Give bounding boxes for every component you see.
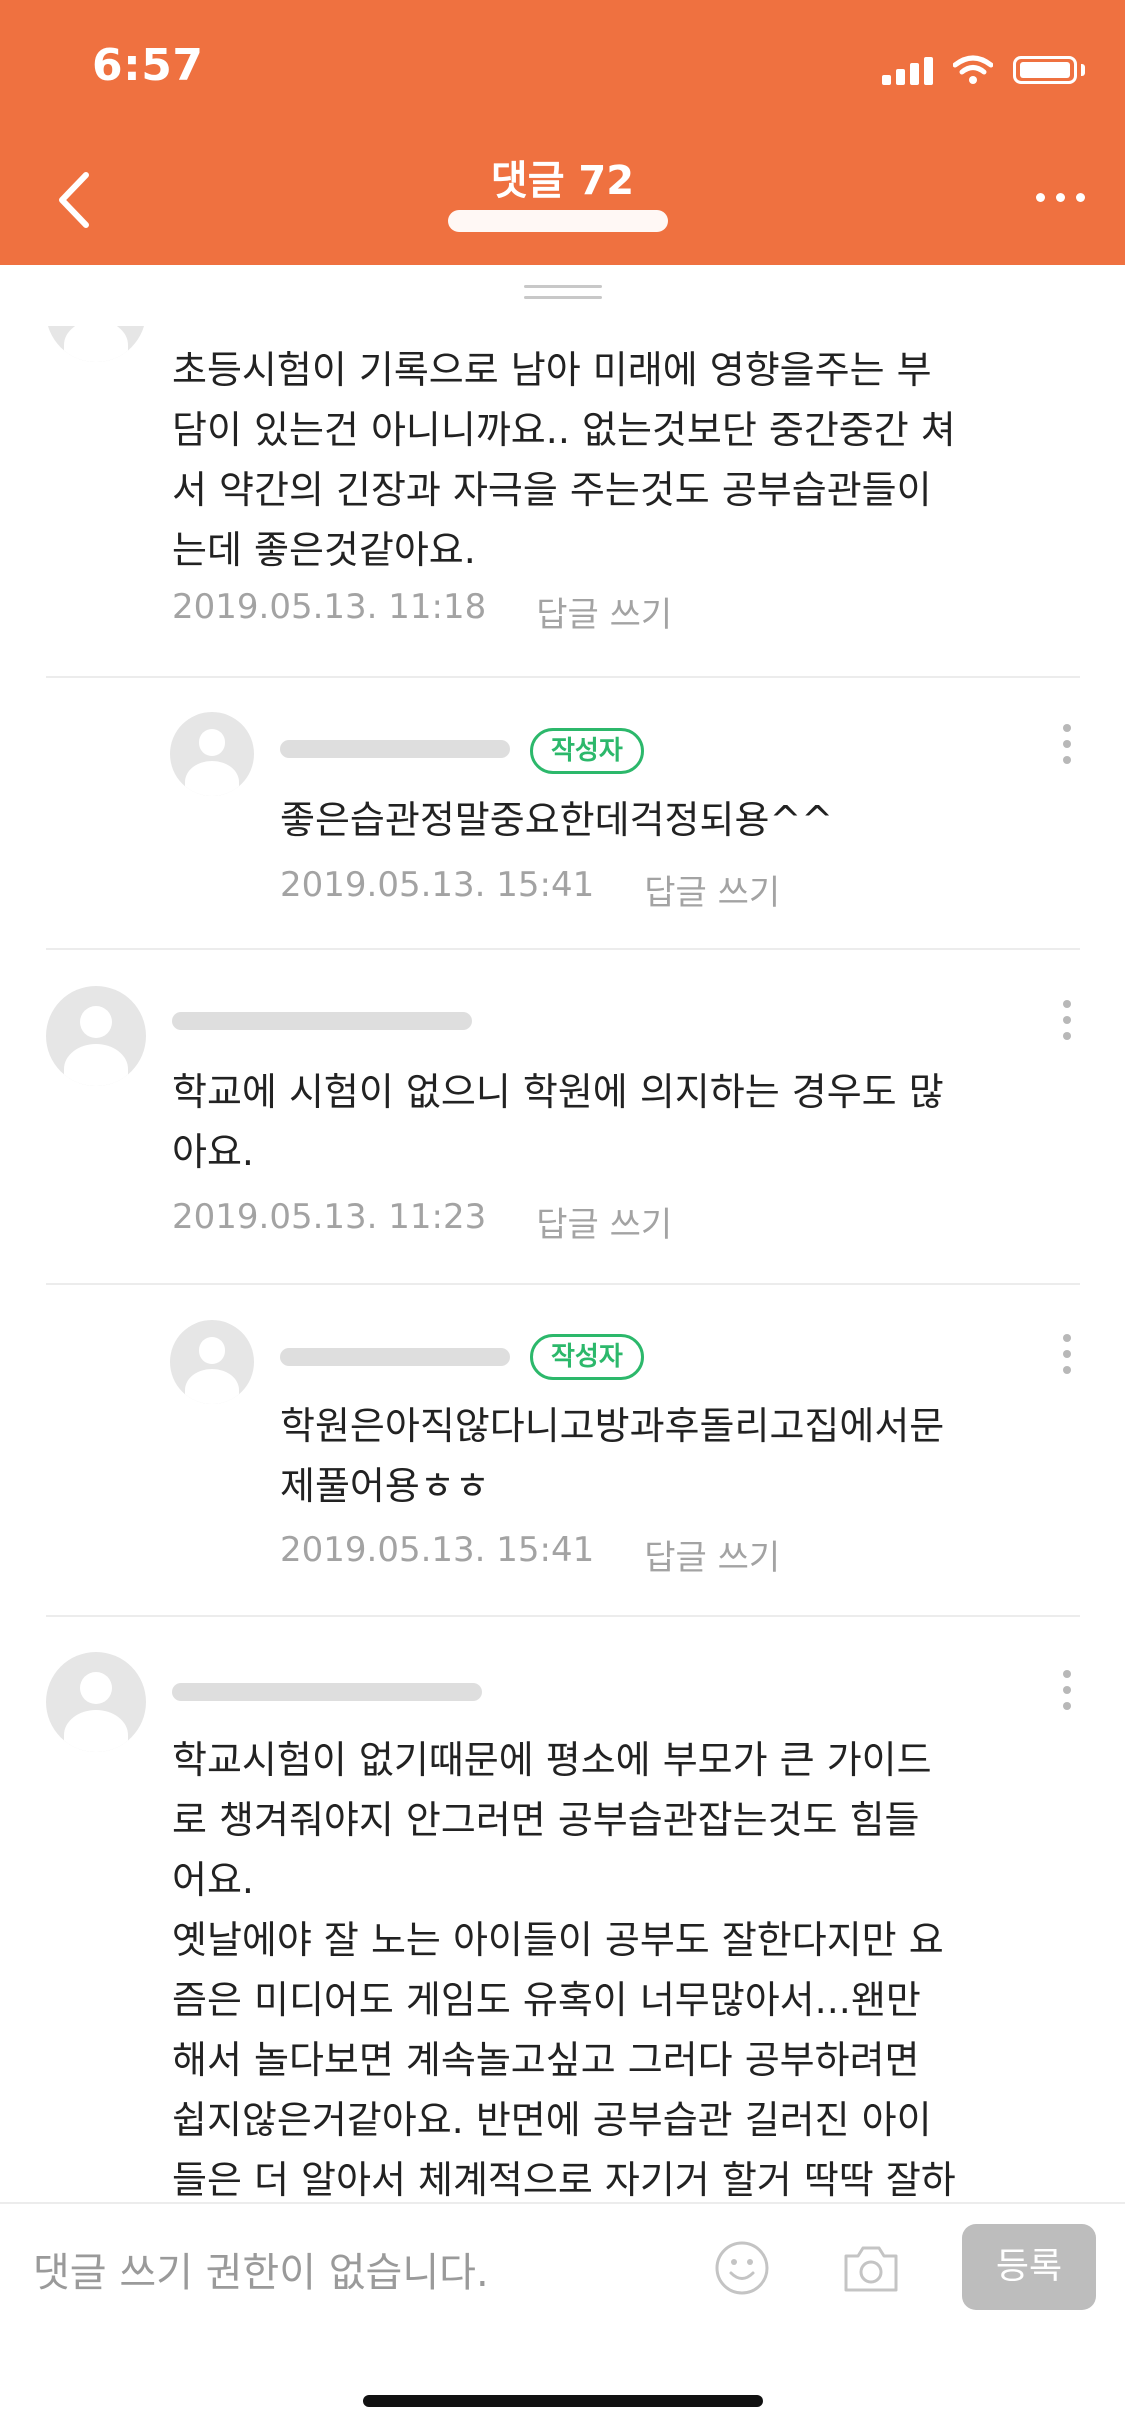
comment-meta: 2019.05.13. 11:18 답글 쓰기 xyxy=(172,587,672,636)
reply-button[interactable]: 답글 쓰기 xyxy=(536,587,672,636)
avatar xyxy=(46,326,146,362)
author-name-redacted xyxy=(172,1683,482,1701)
comment-date: 2019.05.13. 11:18 xyxy=(172,587,487,627)
emoji-icon[interactable] xyxy=(714,2240,770,2296)
more-options-icon[interactable] xyxy=(1036,193,1085,202)
avatar xyxy=(46,1652,146,1752)
comment-more-icon[interactable] xyxy=(1063,1000,1073,1040)
comment-more-icon[interactable] xyxy=(1063,1670,1073,1710)
comment-meta: 2019.05.13. 11:23 답글 쓰기 xyxy=(172,1197,672,1246)
comment-more-icon[interactable] xyxy=(1063,724,1073,764)
comment-text: 초등시험이 기록으로 남아 미래에 영향을주는 부 담이 있는건 아니니까요..… xyxy=(172,348,956,572)
page-title: 댓글 72 xyxy=(490,158,635,204)
author-name-redacted xyxy=(280,1348,510,1366)
subtitle-redacted xyxy=(448,210,668,232)
status-icons xyxy=(882,50,1085,90)
divider xyxy=(46,1615,1080,1617)
comment-date: 2019.05.13. 15:41 xyxy=(280,1530,595,1570)
reply-button[interactable]: 답글 쓰기 xyxy=(536,1197,672,1246)
comment-text: 좋은습관정말중요한데걱정되용^^ xyxy=(280,798,834,842)
author-name-redacted xyxy=(280,740,510,758)
header-bar: 6:57 댓글 72 xyxy=(0,0,1125,265)
comment-date: 2019.05.13. 11:23 xyxy=(172,1197,487,1237)
reply-button[interactable]: 답글 쓰기 xyxy=(644,865,780,914)
author-name-redacted xyxy=(172,1012,472,1030)
battery-icon xyxy=(1013,56,1077,84)
comment-text: 학교시험이 없기때문에 평소에 부모가 큰 가이드 로 챙겨줘야지 안그러면 공… xyxy=(172,1738,956,2202)
divider xyxy=(46,1283,1080,1285)
home-indicator xyxy=(363,2395,763,2407)
battery-tip xyxy=(1081,64,1085,76)
submit-button[interactable]: 등록 xyxy=(962,2224,1096,2310)
comment-text: 학원은아직않다니고방과후돌리고집에서문 제풀어용ㅎㅎ xyxy=(280,1404,945,1508)
author-badge: 작성자 xyxy=(530,1334,644,1380)
comment-more-icon[interactable] xyxy=(1063,1334,1073,1374)
signal-icon xyxy=(882,55,933,85)
comment-text: 학교에 시험이 없으니 학원에 의지하는 경우도 많 아요. xyxy=(172,1070,944,1174)
reply-button[interactable]: 답글 쓰기 xyxy=(644,1530,780,1579)
wifi-icon xyxy=(953,55,993,84)
drag-handle[interactable] xyxy=(524,285,602,303)
avatar xyxy=(170,1320,254,1404)
divider xyxy=(46,948,1080,950)
avatar xyxy=(46,986,146,1086)
avatar xyxy=(170,712,254,796)
comment-meta: 2019.05.13. 15:41 답글 쓰기 xyxy=(280,865,780,914)
comment-date: 2019.05.13. 15:41 xyxy=(280,865,595,905)
author-badge: 작성자 xyxy=(530,728,644,774)
comment-meta: 2019.05.13. 15:41 답글 쓰기 xyxy=(280,1530,780,1579)
camera-icon[interactable] xyxy=(840,2240,902,2298)
comment-input[interactable]: 댓글 쓰기 권한이 없습니다. xyxy=(33,2240,489,2298)
status-time: 6:57 xyxy=(92,40,204,91)
divider xyxy=(46,676,1080,678)
